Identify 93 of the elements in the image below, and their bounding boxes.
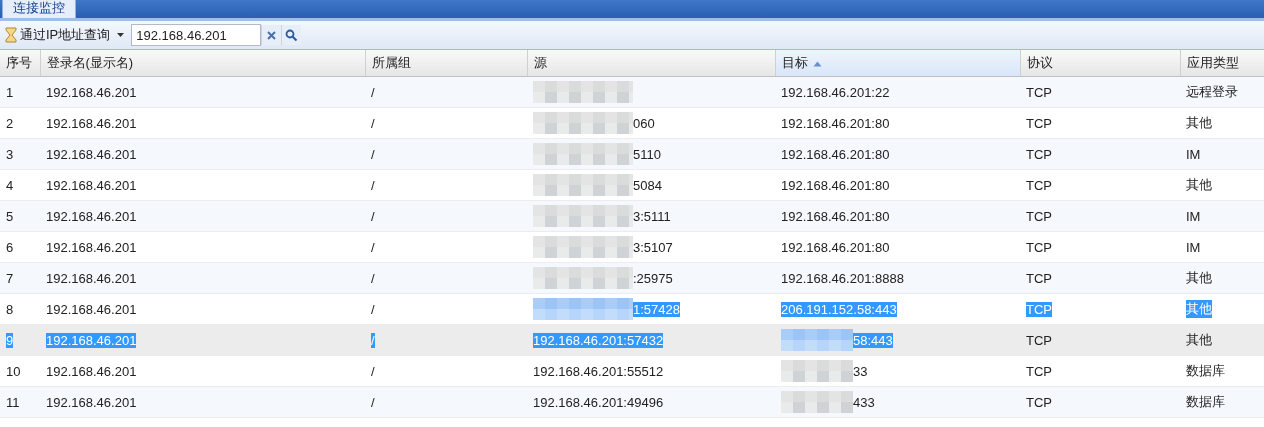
table-cell: IM: [1186, 239, 1201, 255]
table-cell: /: [371, 394, 375, 410]
table-cell: 192.168.46.201: [46, 270, 137, 286]
table-cell: /: [371, 301, 375, 317]
table-cell: :25975: [633, 270, 673, 286]
caret-icon: [116, 32, 126, 38]
table-cell: TCP: [1026, 301, 1052, 317]
table-cell: 192.168.46.201: [46, 239, 137, 255]
table-cell: /: [371, 177, 375, 193]
table-cell: 192.168.46.201:80: [781, 177, 890, 193]
table-cell: 8: [6, 301, 14, 317]
table-cell: 3:5111: [633, 208, 671, 224]
table-cell: TCP: [1026, 332, 1052, 348]
table-cell: 10: [6, 363, 21, 379]
table-cell: 1:57428: [633, 301, 680, 317]
table-cell: /: [371, 239, 375, 255]
table-cell: 192.168.46.201: [46, 363, 137, 379]
table-cell: 2: [6, 115, 14, 131]
table-cell: 192.168.46.201: [46, 115, 137, 131]
table-cell: /: [371, 146, 375, 162]
query-menu-button[interactable]: 通过IP地址查询: [4, 26, 126, 44]
table-cell: /: [371, 84, 375, 100]
table-cell: /: [371, 270, 375, 286]
table-cell: 060: [633, 115, 655, 131]
table-cell: TCP: [1026, 270, 1052, 286]
table-cell: 192.168.46.201: [46, 208, 137, 224]
table-cell: 6: [6, 239, 14, 255]
table-cell: 192.168.46.201: [46, 394, 137, 410]
table-cell: TCP: [1026, 146, 1052, 162]
column-header[interactable]: 目标: [775, 50, 1020, 77]
table-cell: /: [371, 208, 375, 224]
table-cell: 192.168.46.201: [46, 146, 137, 162]
table-cell: TCP: [1026, 84, 1052, 100]
table-cell: 其他: [1186, 300, 1212, 318]
search-icon: [285, 28, 299, 42]
search-button[interactable]: [281, 25, 302, 45]
table-cell: /: [371, 332, 375, 348]
table-cell: IM: [1186, 146, 1201, 162]
column-header[interactable]: 应用类型: [1180, 50, 1264, 77]
table-cell: 192.168.46.201: [46, 332, 137, 348]
column-header[interactable]: 协议: [1020, 50, 1180, 77]
table-cell: 192.168.46.201: [46, 301, 137, 317]
search-field[interactable]: 192.168.46.201: [131, 24, 262, 46]
table-cell: 192.168.46.201:55512: [533, 363, 664, 379]
table-cell: 3:5107: [633, 239, 673, 255]
table-cell: 206.191.152.58:443: [781, 301, 897, 317]
table-cell: 192.168.46.201:8888: [781, 270, 904, 286]
table-cell: 192.168.46.201:80: [781, 239, 890, 255]
table-cell: TCP: [1026, 208, 1052, 224]
table-cell: 433: [853, 394, 875, 410]
table-cell: 7: [6, 270, 14, 286]
table-cell: 5: [6, 208, 14, 224]
table-cell: 5084: [633, 177, 662, 193]
table-cell: 11: [6, 394, 20, 410]
table-cell: 5110: [633, 146, 661, 162]
clear-button[interactable]: [261, 25, 282, 45]
table-cell: TCP: [1026, 239, 1052, 255]
table-cell: 192.168.46.201:80: [781, 208, 890, 224]
hourglass-icon: [4, 27, 18, 43]
table-cell: 3: [6, 146, 14, 162]
table-cell: TCP: [1026, 363, 1052, 379]
table-cell: TCP: [1026, 394, 1052, 410]
table-cell: 192.168.46.201:80: [781, 115, 890, 131]
column-header[interactable]: 序号: [0, 50, 40, 77]
close-icon: [267, 30, 277, 40]
table-cell: TCP: [1026, 177, 1052, 193]
table-cell: IM: [1186, 208, 1201, 224]
table-cell: 其他: [1186, 269, 1212, 287]
table-cell: 远程登录: [1186, 83, 1238, 101]
column-header[interactable]: 登录名(显示名): [40, 50, 365, 77]
table-cell: 192.168.46.201: [46, 177, 137, 193]
table-cell: 其他: [1186, 114, 1212, 132]
table-cell: 192.168.46.201:57432: [533, 332, 664, 348]
table-cell: 1: [6, 84, 14, 100]
table-cell: /: [371, 115, 375, 131]
table-cell: 其他: [1186, 176, 1212, 194]
table-cell: 4: [6, 177, 14, 193]
column-header[interactable]: 源: [527, 50, 775, 77]
table-cell: 33: [853, 363, 868, 379]
table-cell: 9: [6, 332, 14, 348]
table-cell: 58:443: [853, 332, 893, 348]
sort-ascending-icon: [812, 61, 822, 67]
table-cell: TCP: [1026, 115, 1052, 131]
table-cell: 192.168.46.201:49496: [533, 394, 664, 410]
table-cell: /: [371, 363, 375, 379]
table-cell: 192.168.46.201: [46, 84, 137, 100]
table-cell: 其他: [1186, 331, 1212, 349]
column-header[interactable]: 所属组: [365, 50, 527, 77]
table-cell: 数据库: [1186, 362, 1225, 380]
tab[interactable]: 连接监控: [2, 0, 76, 18]
table-cell: 192.168.46.201:80: [781, 146, 890, 162]
table-cell: 192.168.46.201:22: [781, 84, 890, 100]
table-cell: 数据库: [1186, 393, 1225, 411]
